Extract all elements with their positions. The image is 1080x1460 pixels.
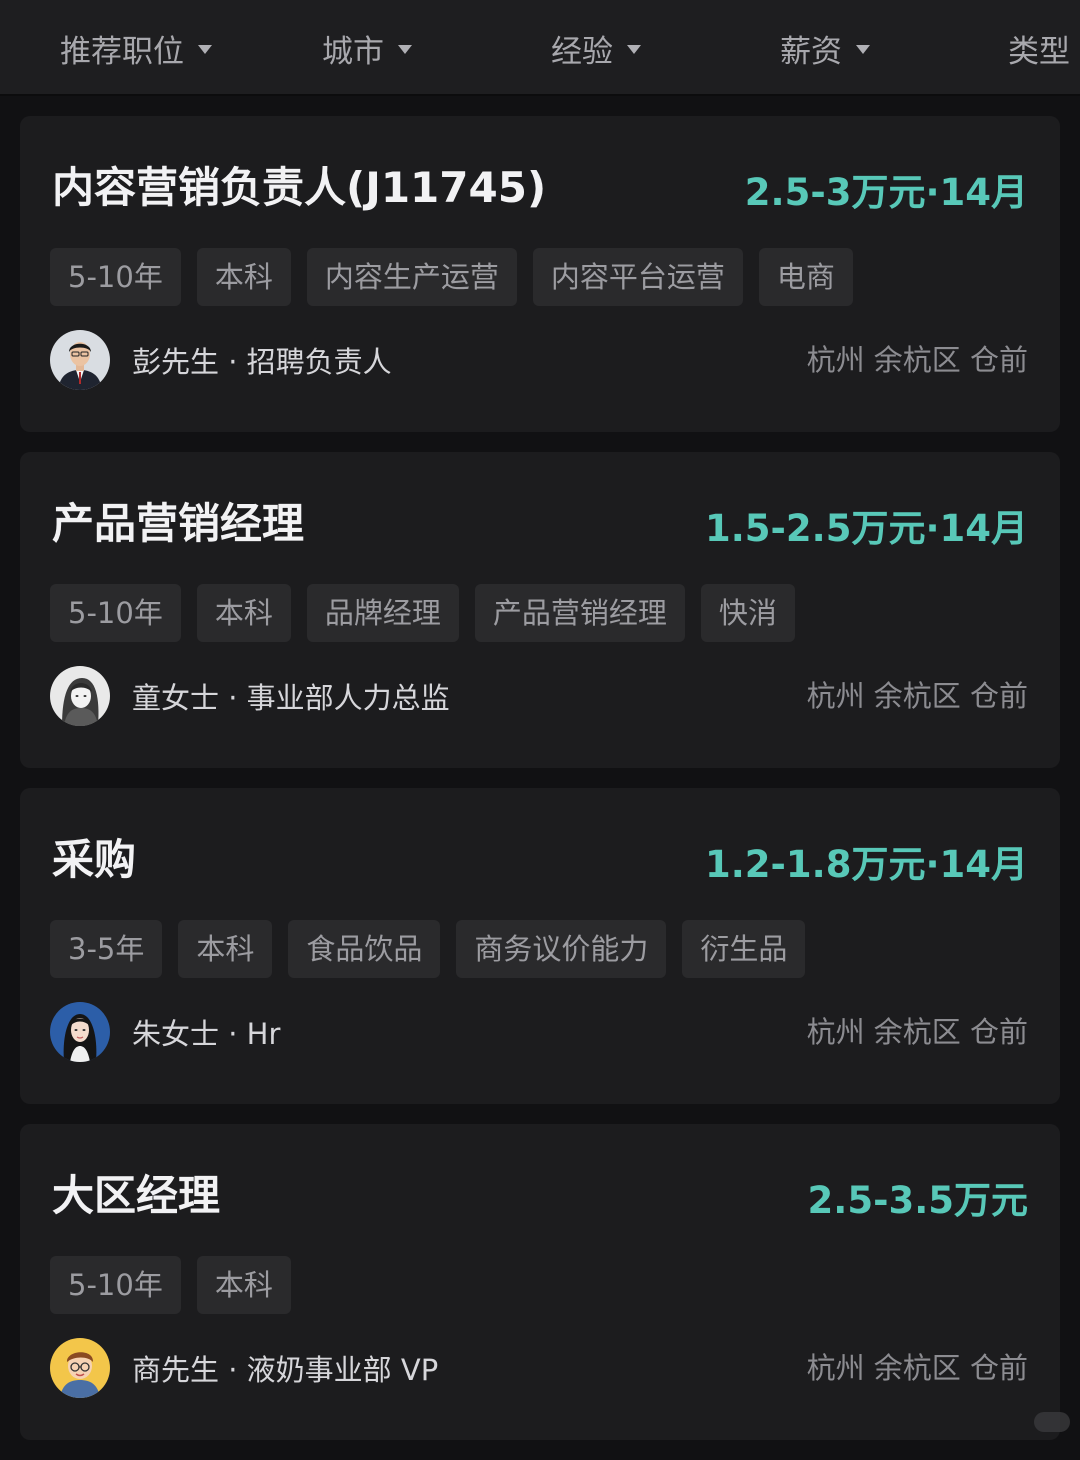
recruiter: 彭先生 · 招聘负责人 — [50, 330, 392, 390]
caret-down-icon — [856, 45, 870, 54]
filter-salary[interactable]: 薪资 — [780, 24, 870, 72]
job-location: 杭州 余杭区 仓前 — [807, 1012, 1028, 1052]
job-title: 产品营销经理 — [52, 496, 304, 552]
job-salary: 1.5-2.5万元·14月 — [705, 502, 1028, 556]
recruiter-name: 商先生 · 液奶事业部 VP — [132, 1347, 438, 1389]
filter-label: 推荐职位 — [60, 26, 184, 71]
job-tags: 5-10年 本科 品牌经理 产品营销经理 快消 — [50, 584, 795, 642]
filter-bar: 推荐职位 城市 经验 薪资 类型 — [0, 0, 1080, 96]
filter-experience[interactable]: 经验 — [551, 24, 641, 72]
woman-photo-avatar-icon — [50, 1002, 110, 1062]
recruiter: 商先生 · 液奶事业部 VP — [50, 1338, 438, 1398]
job-tags: 3-5年 本科 食品饮品 商务议价能力 衍生品 — [50, 920, 805, 978]
caret-down-icon — [398, 45, 412, 54]
recruiter: 童女士 · 事业部人力总监 — [50, 666, 450, 726]
job-tag: 本科 — [197, 1256, 291, 1314]
job-salary: 2.5-3万元·14月 — [745, 166, 1028, 220]
recruiter-name: 彭先生 · 招聘负责人 — [132, 339, 392, 381]
filter-city[interactable]: 城市 — [322, 24, 412, 72]
job-tag: 本科 — [197, 584, 291, 642]
job-location: 杭州 余杭区 仓前 — [807, 676, 1028, 716]
job-tag: 3-5年 — [50, 920, 162, 978]
job-tags: 5-10年 本科 — [50, 1256, 291, 1314]
recruiter-name: 朱女士 · Hr — [132, 1011, 280, 1053]
caret-down-icon — [627, 45, 641, 54]
job-tag: 产品营销经理 — [475, 584, 685, 642]
job-title: 大区经理 — [52, 1168, 220, 1224]
watermark-icon — [1034, 1412, 1070, 1432]
recruiter-name: 童女士 · 事业部人力总监 — [132, 675, 450, 717]
job-title: 采购 — [52, 832, 136, 888]
filter-recommended[interactable]: 推荐职位 — [60, 24, 212, 72]
job-salary: 2.5-3.5万元 — [808, 1174, 1028, 1228]
filter-label: 经验 — [551, 26, 613, 71]
job-list: 内容营销负责人(J11745) 2.5-3万元·14月 5-10年 本科 内容生… — [20, 116, 1060, 1460]
job-card[interactable]: 产品营销经理 1.5-2.5万元·14月 5-10年 本科 品牌经理 产品营销经… — [20, 452, 1060, 768]
filter-label: 类型 — [1008, 26, 1070, 71]
job-tag: 本科 — [178, 920, 272, 978]
job-card[interactable]: 大区经理 2.5-3.5万元 5-10年 本科 商先生 · 液奶事业部 VP — [20, 1124, 1060, 1440]
job-salary: 1.2-1.8万元·14月 — [705, 838, 1028, 892]
cartoon-man-avatar-icon — [50, 1338, 110, 1398]
job-tag: 商务议价能力 — [456, 920, 666, 978]
job-tag: 电商 — [759, 248, 853, 306]
job-tag: 5-10年 — [50, 248, 181, 306]
job-tags: 5-10年 本科 内容生产运营 内容平台运营 电商 — [50, 248, 853, 306]
job-location: 杭州 余杭区 仓前 — [807, 1348, 1028, 1388]
job-card[interactable]: 采购 1.2-1.8万元·14月 3-5年 本科 食品饮品 商务议价能力 衍生品 — [20, 788, 1060, 1104]
recruiter: 朱女士 · Hr — [50, 1002, 280, 1062]
job-title: 内容营销负责人(J11745) — [52, 160, 546, 216]
filter-label: 城市 — [322, 26, 384, 71]
job-tag: 内容平台运营 — [533, 248, 743, 306]
job-card[interactable]: 内容营销负责人(J11745) 2.5-3万元·14月 5-10年 本科 内容生… — [20, 116, 1060, 432]
job-tag: 5-10年 — [50, 584, 181, 642]
filter-type[interactable]: 类型 — [1008, 24, 1070, 72]
job-location: 杭州 余杭区 仓前 — [807, 340, 1028, 380]
woman-portrait-avatar-icon — [50, 666, 110, 726]
job-tag: 5-10年 — [50, 1256, 181, 1314]
job-tag: 品牌经理 — [307, 584, 459, 642]
man-in-suit-avatar-icon — [50, 330, 110, 390]
job-tag: 快消 — [701, 584, 795, 642]
job-tag: 衍生品 — [682, 920, 805, 978]
job-tag: 食品饮品 — [288, 920, 440, 978]
job-tag: 本科 — [197, 248, 291, 306]
filter-label: 薪资 — [780, 26, 842, 71]
job-tag: 内容生产运营 — [307, 248, 517, 306]
caret-down-icon — [198, 45, 212, 54]
